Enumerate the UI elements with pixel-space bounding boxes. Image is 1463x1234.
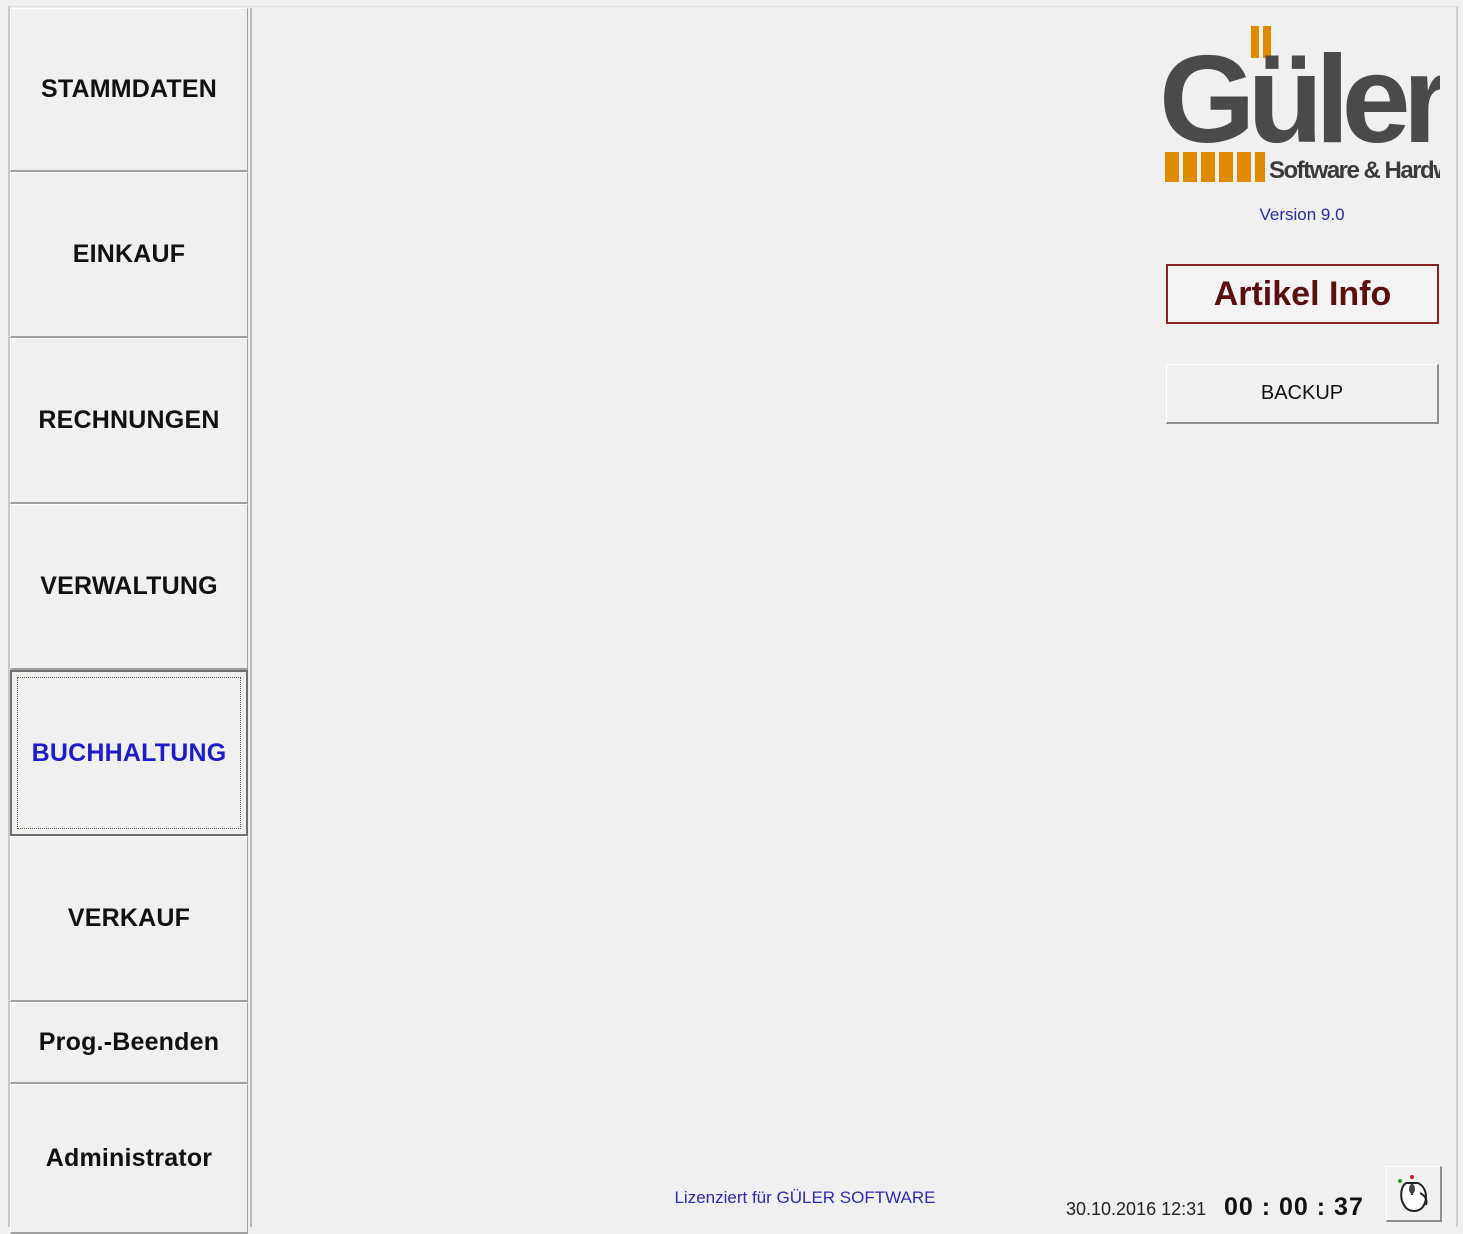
mouse-settings-button[interactable] [1386, 1166, 1442, 1222]
svg-text:Güler: Güler [1159, 31, 1440, 169]
license-text: Lizenziert für GÜLER SOFTWARE [674, 1188, 936, 1207]
nav-button-verwaltung[interactable]: VERWALTUNG [10, 504, 248, 670]
version-label: Version 9.0 [1259, 205, 1345, 224]
nav-button-label: VERWALTUNG [40, 572, 218, 600]
nav-button-label: STAMMDATEN [40, 75, 218, 103]
sidebar-nav: STAMMDATEN EINKAUF RECHNUNGEN VERWALTUNG… [10, 8, 252, 1234]
nav-button-label: Administrator [45, 1144, 213, 1172]
nav-button-administrator[interactable]: Administrator [10, 1084, 248, 1234]
session-timer: 00 : 00 : 37 [1224, 1193, 1364, 1221]
artikel-info-button[interactable]: Artikel Info [1166, 264, 1439, 324]
guler-logo: Güler Software & Hardware [1155, 22, 1463, 188]
nav-button-label: Prog.-Beenden [38, 1028, 220, 1056]
nav-button-prog-beenden[interactable]: Prog.-Beenden [10, 1002, 248, 1084]
nav-button-einkauf[interactable]: EINKAUF [10, 172, 248, 338]
backup-button[interactable]: BACKUP [1166, 364, 1439, 424]
mouse-icon [1397, 1174, 1427, 1212]
datetime-label: 30.10.2016 12:31 [1066, 1199, 1207, 1219]
svg-text:Software & Hardware: Software & Hardware [1269, 157, 1440, 184]
nav-button-label: VERKAUF [67, 904, 191, 932]
nav-button-label: BUCHHALTUNG [31, 738, 227, 767]
nav-button-label: EINKAUF [72, 240, 186, 268]
nav-button-verkauf[interactable]: VERKAUF [10, 836, 248, 1002]
nav-button-label: RECHNUNGEN [38, 406, 220, 434]
nav-button-rechnungen[interactable]: RECHNUNGEN [10, 338, 248, 504]
nav-button-stammdaten[interactable]: STAMMDATEN [10, 8, 248, 172]
nav-button-buchhaltung[interactable]: BUCHHALTUNG [10, 670, 248, 836]
